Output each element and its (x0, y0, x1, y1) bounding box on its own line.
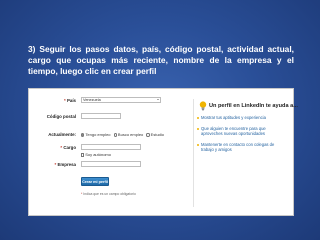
radio-selected-icon (81, 133, 85, 137)
crear-perfil-button[interactable]: Crear mi perfil (81, 177, 109, 186)
codigo-postal-label: Código postal (46, 114, 76, 119)
linkedin-form-screenshot: * País Venezuela Código postal Actualmen… (28, 88, 298, 216)
radio-icon (146, 133, 150, 137)
bullet-icon (197, 127, 199, 130)
cargo-label: * Cargo (60, 145, 76, 150)
slide-caption: 3) Seguir los pasos datos, país, código … (28, 44, 294, 76)
empresa-label: * Empresa (54, 162, 76, 167)
bullet-icon (197, 116, 199, 119)
pais-select[interactable]: Venezuela (81, 97, 161, 103)
codigo-postal-input[interactable] (81, 113, 121, 119)
tip-item: Mostrar tus aptitudes y experiencia (197, 115, 286, 120)
tip-item: Mantenerte en contacto con colegas de tr… (197, 142, 286, 152)
panel-title: Un perfil en LinkedIn te ayuda a... (209, 103, 298, 109)
radio-tengo-empleo[interactable]: Tengo empleo (81, 132, 111, 137)
checkbox-icon (81, 153, 85, 157)
tip-item: Que alguien te encuentre para que aprove… (197, 126, 286, 136)
required-note: * Indica que es un campo obligatorio (81, 192, 136, 196)
radio-busco-empleo[interactable]: Busco empleo (113, 132, 143, 137)
empresa-input[interactable] (81, 161, 141, 167)
panel-divider (193, 99, 194, 207)
pais-label: * País (64, 98, 76, 103)
cargo-input[interactable] (81, 144, 141, 150)
bullet-icon (197, 143, 199, 146)
employment-status-radios: Tengo empleo Busco empleo Estudio (81, 132, 164, 137)
lightbulb-icon (199, 101, 207, 111)
autonomo-checkbox[interactable]: Soy autónomo (81, 152, 111, 157)
radio-estudio[interactable]: Estudio (146, 132, 164, 137)
radio-icon (113, 133, 117, 137)
actualmente-label: Actualmente: (48, 132, 76, 137)
